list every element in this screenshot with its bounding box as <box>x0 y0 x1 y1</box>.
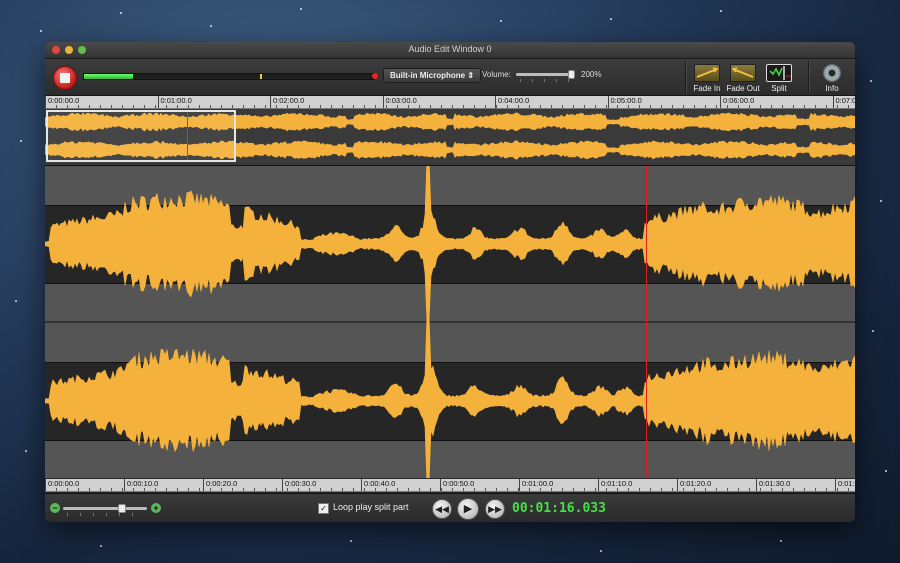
zoom-out-icon[interactable]: − <box>50 503 60 513</box>
toolbar-separator <box>808 61 809 93</box>
loop-play-checkbox[interactable]: ✓ Loop play split part <box>318 502 409 514</box>
volume-label: Volume: <box>482 70 511 79</box>
current-time: 00:01:16.033 <box>512 501 606 516</box>
detail-ruler-tick-label: 0:01:40.0 <box>835 479 855 491</box>
rewind-icon: ◀◀ <box>435 504 449 514</box>
fade-in-label: Fade In <box>693 84 721 93</box>
info-button[interactable]: Info <box>813 61 851 95</box>
playhead[interactable] <box>646 166 647 478</box>
overview-ruler-tick-label: 0:02:00.0 <box>270 96 304 108</box>
volume-ticks <box>520 79 570 82</box>
toolbar-separator <box>685 61 686 93</box>
input-peak-marker <box>260 74 262 79</box>
fade-out-icon <box>730 64 756 82</box>
zoom-slider-knob[interactable] <box>117 504 126 513</box>
volume-slider-knob[interactable] <box>568 70 575 79</box>
detail-ruler-tick-label: 0:01:00.0 <box>519 479 553 491</box>
play-button[interactable]: ▶ <box>457 498 479 520</box>
detail-time-ruler[interactable]: 0:00:00.0 0:00:10.0 0:00:20.0 0:00:30.0 0:00… <box>45 479 855 492</box>
split-button[interactable]: ✂ Split <box>760 61 798 95</box>
toolbar: Built-in Microphone ⇕ Volume: 200% Fade … <box>45 59 855 96</box>
overview-time-ruler[interactable]: 0:00:00.0 0:01:00.0 0:02:00.0 0:03:00.0 0:04… <box>45 96 855 109</box>
detail-ruler-tick-label: 0:00:20.0 <box>203 479 237 491</box>
overview-ruler-tick-label: 0:00:00.0 <box>45 96 79 108</box>
info-label: Info <box>825 84 839 93</box>
detail-ruler-tick-label: 0:00:40.0 <box>361 479 395 491</box>
overview-waveform[interactable] <box>45 109 855 166</box>
checkbox-check-icon[interactable]: ✓ <box>318 503 329 514</box>
loop-play-label: Loop play split part <box>333 502 409 512</box>
audio-edit-window: Audio Edit Window 0 Built-in Microphone … <box>45 42 855 522</box>
detail-ruler-tick-label: 0:00:30.0 <box>282 479 316 491</box>
zoom-slider[interactable] <box>63 504 147 513</box>
title-bar: Audio Edit Window 0 <box>45 42 855 59</box>
detail-ruler-tick-label: 0:01:30.0 <box>756 479 790 491</box>
input-device-select[interactable]: Built-in Microphone ⇕ <box>383 68 482 83</box>
overview-ruler-tick-label: 0:04:00.0 <box>495 96 529 108</box>
overview-ruler-tick-label: 0:03:00.0 <box>382 96 417 108</box>
waveform-editor[interactable] <box>45 166 855 478</box>
bottom-bar: − + ✓ Loop play split part ◀◀ ▶ ▶▶ 00:01:… <box>45 493 855 522</box>
volume-slider[interactable] <box>516 70 575 79</box>
detail-ruler-tick-label: 0:00:00.0 <box>45 479 79 491</box>
overview-ruler-tick-label: 0:06:00.0 <box>720 96 754 108</box>
select-arrows-icon: ⇕ <box>467 71 475 80</box>
window-title: Audio Edit Window 0 <box>408 44 492 54</box>
split-icon: ✂ <box>766 64 792 82</box>
waveform-graphic <box>45 166 855 478</box>
split-label: Split <box>771 84 787 93</box>
record-button[interactable] <box>53 66 77 90</box>
svg-text:✂: ✂ <box>786 73 791 81</box>
volume-value: 200% <box>581 70 602 79</box>
detail-ruler-tick-label: 0:01:10.0 <box>598 479 632 491</box>
detail-ruler-tick-label: 0:00:10.0 <box>124 479 158 491</box>
rewind-button[interactable]: ◀◀ <box>432 499 452 519</box>
input-level-fill <box>84 74 134 79</box>
fast-forward-button[interactable]: ▶▶ <box>485 499 505 519</box>
fast-forward-icon: ▶▶ <box>488 504 502 514</box>
fade-out-label: Fade Out <box>726 84 760 93</box>
zoom-ticks <box>67 513 145 516</box>
gear-icon <box>823 64 841 82</box>
fade-out-button[interactable]: Fade Out <box>724 61 762 95</box>
zoom-in-icon[interactable]: + <box>151 503 161 513</box>
input-level-meter <box>83 73 375 80</box>
fade-in-icon <box>694 64 720 82</box>
overview-ruler-tick-label: 0:01:00.0 <box>157 96 192 108</box>
detail-ruler-tick-label: 0:00:50.0 <box>440 479 474 491</box>
detail-ruler-tick-label: 0:01:20.0 <box>677 479 711 491</box>
clip-indicator <box>372 73 378 79</box>
input-device-label: Built-in Microphone <box>390 71 466 80</box>
overview-ruler-tick-label: 0:07:0 <box>832 96 855 108</box>
fade-in-button[interactable]: Fade In <box>688 61 726 95</box>
play-icon: ▶ <box>463 503 473 515</box>
visible-range-selector[interactable] <box>46 110 236 162</box>
overview-ruler-tick-label: 0:05:00.0 <box>607 96 642 108</box>
